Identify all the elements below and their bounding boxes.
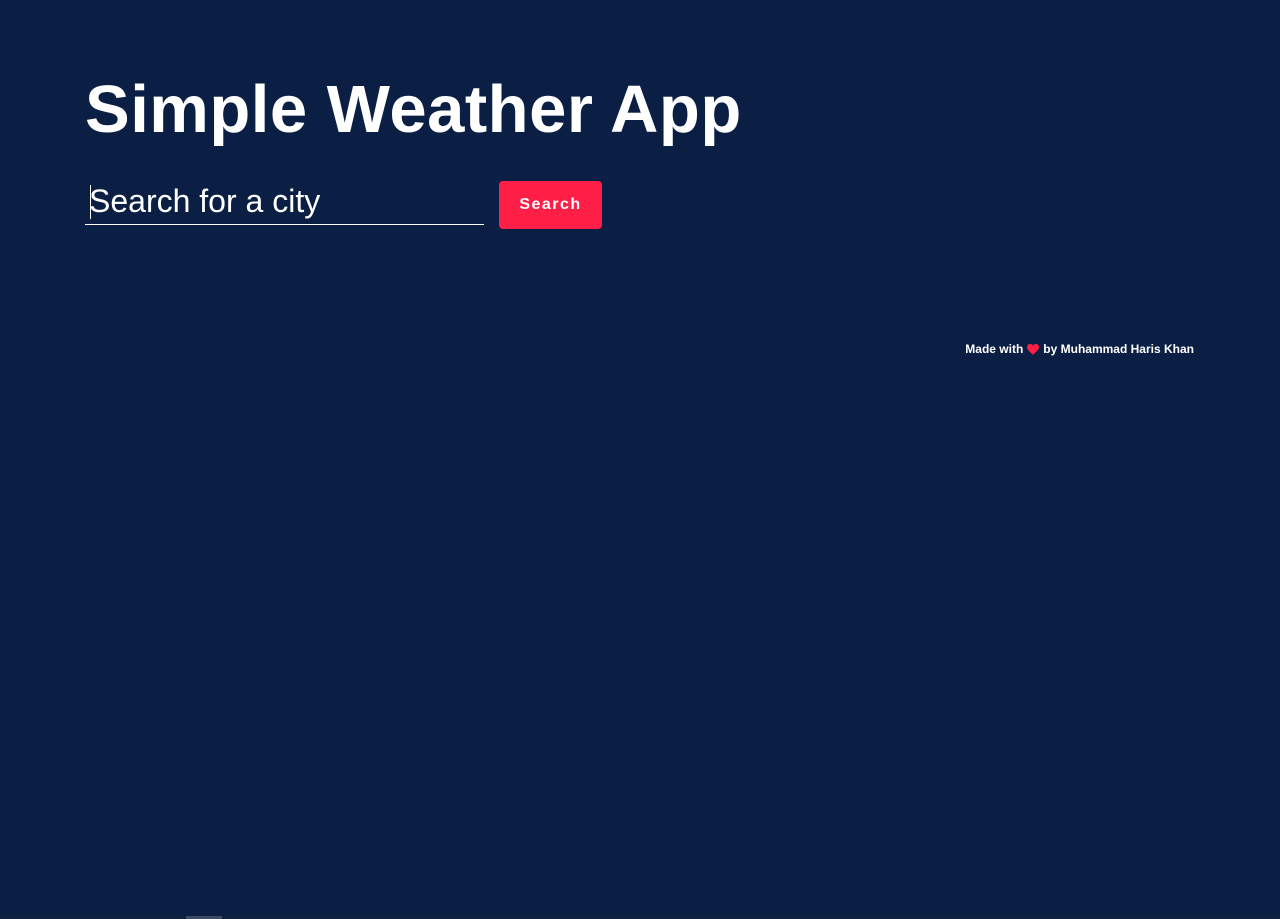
text-caret [90, 185, 91, 219]
page-title: Simple Weather App [85, 72, 742, 147]
heart-icon [1027, 343, 1040, 355]
search-button[interactable]: Search [499, 181, 602, 229]
footer-credit: Made with by Muhammad Haris Khan [965, 342, 1194, 356]
made-with-text: Made with [965, 342, 1024, 356]
author-text: by Muhammad Haris Khan [1043, 342, 1194, 356]
search-form: Search [85, 181, 602, 229]
search-input-wrapper [85, 181, 484, 225]
weather-app-page: Simple Weather App Search Made with by M… [0, 0, 1280, 919]
search-input[interactable] [85, 181, 484, 225]
